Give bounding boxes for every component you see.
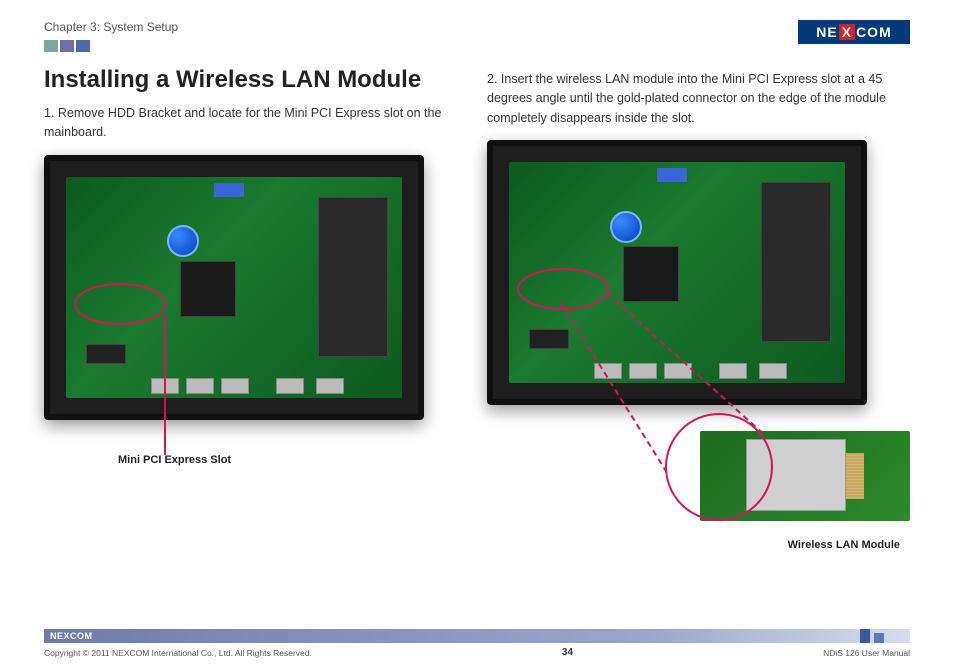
- footer-bar: NEXCOM: [44, 629, 910, 643]
- chapter-label: Chapter 3: System Setup: [44, 20, 178, 34]
- sata-port: [214, 183, 244, 197]
- logo-text-pre: NE: [816, 24, 837, 40]
- port: [276, 378, 304, 394]
- step-2: 2. Insert the wireless LAN module into t…: [487, 70, 910, 128]
- decorative-color-bar: [44, 40, 178, 52]
- port: [629, 363, 657, 379]
- small-chip: [529, 329, 569, 349]
- port: [186, 378, 214, 394]
- memory-area: [761, 182, 831, 342]
- step-2-text: Insert the wireless LAN module into the …: [487, 72, 886, 125]
- page-footer: NEXCOM Copyright © 2011 NEXCOM Internati…: [44, 629, 910, 658]
- page-title: Installing a Wireless LAN Module: [44, 66, 467, 94]
- port: [759, 363, 787, 379]
- callout-circle-slot: [74, 283, 166, 325]
- small-chip: [86, 344, 126, 364]
- pcb: [66, 177, 402, 398]
- mainboard-photo-left: [44, 155, 424, 420]
- mainboard-photo-right: [487, 140, 867, 405]
- cmos-battery: [610, 211, 642, 243]
- step-1-number: 1.: [44, 106, 58, 120]
- callout-circle-module: [665, 413, 773, 521]
- cmos-battery: [167, 225, 199, 257]
- footer-logo: NEXCOM: [50, 631, 93, 641]
- nexcom-logo: NEXCOM: [798, 20, 910, 44]
- port: [719, 363, 747, 379]
- step-1-text: Remove HDD Bracket and locate for the Mi…: [44, 106, 441, 139]
- step-1: 1. Remove HDD Bracket and locate for the…: [44, 104, 467, 143]
- memory-area: [318, 197, 388, 357]
- caption-left: Mini PCI Express Slot: [118, 454, 467, 466]
- port: [316, 378, 344, 394]
- cpu-chip: [180, 261, 236, 317]
- doc-name: NDiS 126 User Manual: [823, 648, 910, 658]
- wlan-module-figure: [487, 413, 910, 533]
- footer-mark: [874, 633, 884, 643]
- caption-right: Wireless LAN Module: [487, 539, 900, 551]
- figure-right: [487, 140, 910, 405]
- logo-text-post: COM: [856, 24, 892, 40]
- figure-left: [44, 155, 467, 420]
- sata-port: [657, 168, 687, 182]
- footer-mark: [860, 629, 870, 643]
- page-number: 34: [562, 647, 573, 658]
- pcb: [509, 162, 845, 383]
- logo-text-mid: X: [839, 24, 855, 40]
- gold-contacts: [846, 453, 864, 499]
- cpu-chip: [623, 246, 679, 302]
- port: [221, 378, 249, 394]
- callout-line: [164, 315, 166, 455]
- step-2-number: 2.: [487, 72, 501, 86]
- copyright-text: Copyright © 2011 NEXCOM International Co…: [44, 648, 312, 658]
